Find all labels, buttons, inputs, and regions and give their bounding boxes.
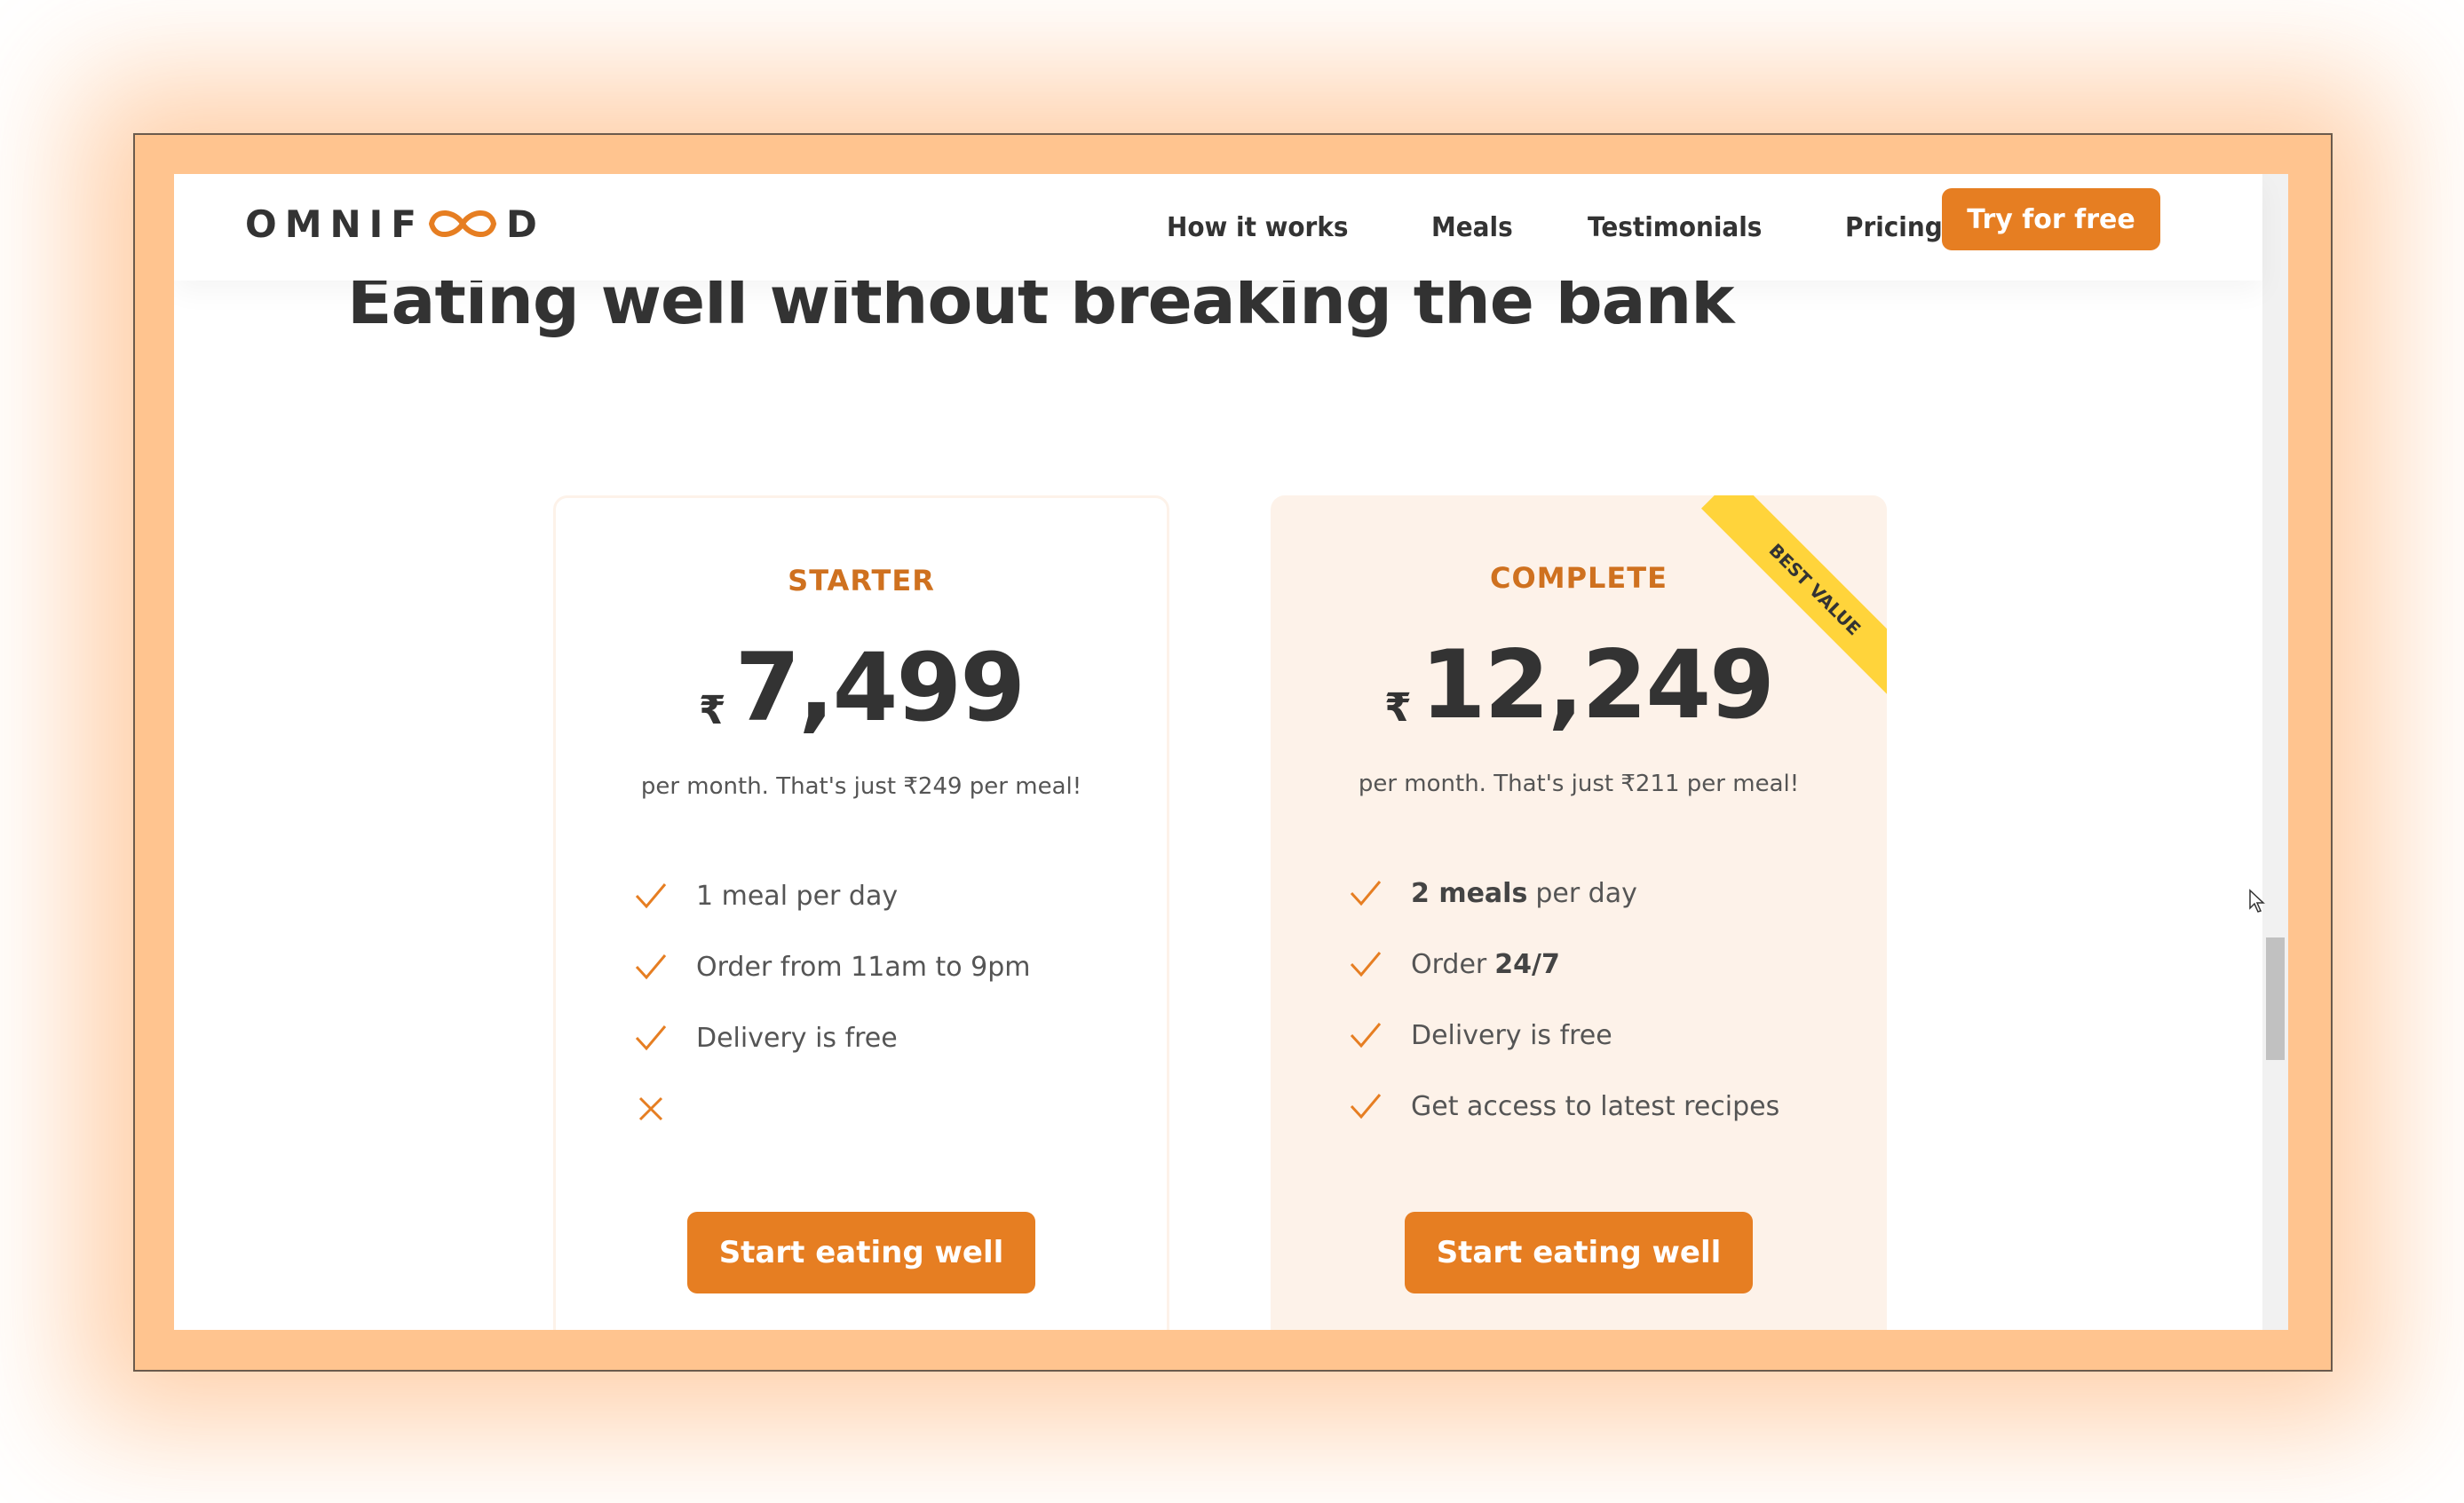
list-item: 1 meal per day [632,860,1030,931]
feature-list: 2 meals per day Order 24/7 Delivery is f… [1347,858,1779,1142]
checkmark-icon [635,883,667,909]
feature-list: 1 meal per day Order from 11am to 9pm De… [632,860,1030,1144]
checkmark-icon [1350,1023,1382,1048]
nav-testimonials[interactable]: Testimonials [1588,212,1762,243]
price-amount: 7,499 [734,633,1026,742]
feature-bold-text: 2 meals [1411,877,1528,909]
list-item: Get access to latest recipes [1347,1071,1779,1142]
mouse-cursor-icon [2249,889,2265,913]
feature-text: per day [1535,877,1637,909]
logo-text-end: D [505,202,545,246]
pricing-card-starter: STARTER ₹7,499 per month. That's just ₹2… [553,495,1169,1330]
feature-text: Delivery is free [696,1022,898,1054]
nav-meals[interactable]: Meals [1431,212,1513,243]
infinity-logo-icon [428,210,496,237]
pricing-card-complete: BEST VALUE COMPLETE ₹12,249 per month. T… [1271,495,1887,1330]
checkmark-icon [635,1025,667,1051]
feature-text: Get access to latest recipes [1411,1090,1780,1122]
price-amount: 12,249 [1420,630,1775,740]
rupee-symbol: ₹ [699,688,726,733]
feature-text: Order [1411,948,1487,980]
price-per-meal-note: per month. That's just ₹249 per meal! [640,773,1082,800]
main-nav: How it works Meals Testimonials Pricing [1167,174,2019,281]
starter-start-eating-well-button[interactable]: Start eating well [687,1212,1035,1293]
checkmark-icon [1350,952,1382,977]
nav-how-it-works[interactable]: How it works [1167,212,1348,243]
price-per-meal-note: per month. That's just ₹211 per meal! [1358,771,1800,797]
complete-start-eating-well-button[interactable]: Start eating well [1405,1212,1753,1293]
plan-name: STARTER [788,564,935,597]
rupee-symbol: ₹ [1384,685,1412,731]
vertical-scrollbar[interactable] [2262,174,2288,1330]
close-icon [638,1096,663,1121]
plan-name: COMPLETE [1490,561,1668,595]
list-item: Order 24/7 [1347,929,1779,1000]
list-item: Delivery is free [1347,1000,1779,1071]
scrollbar-thumb[interactable] [2266,937,2285,1060]
list-item: Order from 11am to 9pm [632,931,1030,1002]
plan-price: ₹12,249 [1271,630,1887,740]
list-item [632,1073,1030,1144]
try-for-free-button[interactable]: Try for free [1942,188,2160,250]
list-item: Delivery is free [632,1002,1030,1073]
feature-text: Delivery is free [1411,1019,1612,1051]
site-header: OMNIF D How it works Meals Testimonials … [174,174,2262,281]
checkmark-icon [635,954,667,980]
feature-bold-text: 24/7 [1494,948,1560,980]
browser-viewport: OMNIF D How it works Meals Testimonials … [174,174,2288,1330]
feature-text: 1 meal per day [696,880,899,912]
feature-text: Order from 11am to 9pm [696,951,1031,983]
checkmark-icon [1350,881,1382,906]
plan-price: ₹7,499 [556,633,1167,742]
list-item: 2 meals per day [1347,858,1779,929]
nav-pricing[interactable]: Pricing [1845,212,1943,243]
logo-text-start: OMNIF [245,202,424,246]
omnifood-logo[interactable]: OMNIF D [245,197,545,250]
checkmark-icon [1350,1094,1382,1119]
